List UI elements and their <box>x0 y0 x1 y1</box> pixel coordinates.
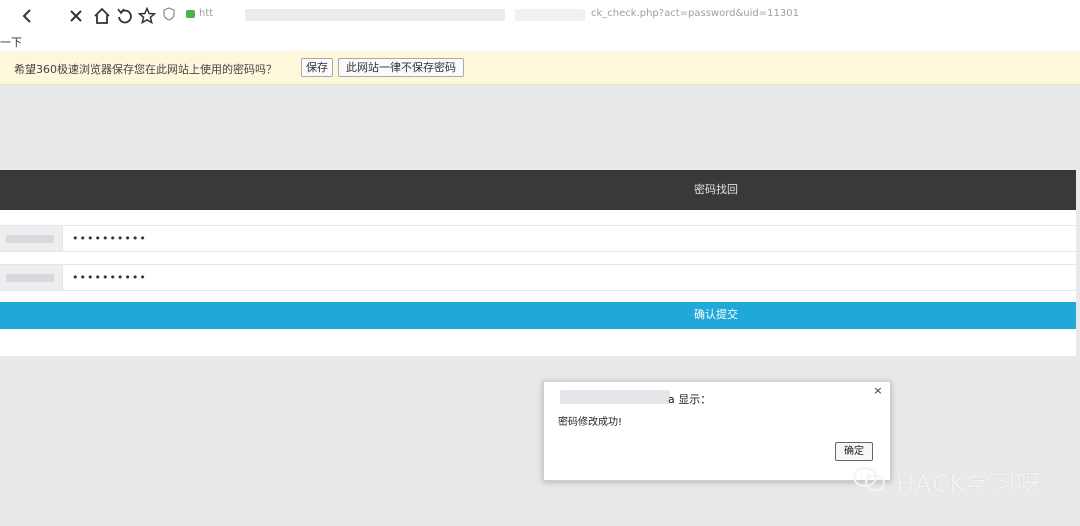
label-redacted <box>6 235 54 243</box>
page-title: 密码找回 <box>694 183 738 196</box>
page-fragment-strip: 一下 <box>0 32 1080 51</box>
alert-dialog: a 显示： × 密码修改成功! 确定 <box>543 381 891 481</box>
dialog-message: 密码修改成功! <box>558 417 623 428</box>
reload-icon[interactable] <box>115 6 135 26</box>
never-save-button[interactable]: 此网站一律不保存密码 <box>338 58 464 77</box>
url-prefix: htt <box>199 8 214 19</box>
wechat-icon <box>852 466 886 494</box>
password-row: •••••••••• <box>0 225 1076 252</box>
close-icon[interactable]: × <box>872 385 884 397</box>
watermark-text: HACK学习呀 <box>896 470 1042 498</box>
password-save-bar: 希望360极速浏览器保存您在此网站上使用的密码吗？ 保存 此网站一律不保存密码 <box>0 51 1080 85</box>
password-value: •••••••••• <box>72 232 147 245</box>
ok-button[interactable]: 确定 <box>835 442 873 461</box>
submit-label: 确认提交 <box>694 309 738 321</box>
lock-icon <box>186 10 195 18</box>
confirm-password-field[interactable]: •••••••••• <box>62 265 1077 290</box>
confirm-row: •••••••••• <box>0 264 1076 291</box>
stop-icon[interactable] <box>66 6 86 26</box>
label-redacted <box>6 274 54 282</box>
page-header: 密码找回 <box>0 170 1076 210</box>
save-password-button[interactable]: 保存 <box>301 58 333 77</box>
confirm-label <box>0 265 62 290</box>
password-label <box>0 226 62 251</box>
save-password-message: 希望360极速浏览器保存您在此网站上使用的密码吗？ <box>14 63 277 76</box>
shield-icon <box>163 7 175 24</box>
back-icon[interactable] <box>18 6 38 26</box>
confirm-value: •••••••••• <box>72 271 147 284</box>
url-bar[interactable]: htt ck_check.php?act=password&uid=11301 <box>163 6 1080 26</box>
bookmark-star-icon[interactable] <box>137 6 157 26</box>
url-text: ck_check.php?act=password&uid=11301 <box>591 8 799 19</box>
dialog-title: a 显示： <box>668 393 712 406</box>
new-password-field[interactable]: •••••••••• <box>62 226 1077 251</box>
page-fragment-text: 一下 <box>0 36 22 49</box>
submit-button[interactable]: 确认提交 <box>0 302 1076 329</box>
home-icon[interactable] <box>92 6 112 26</box>
dialog-host-redacted <box>560 390 670 404</box>
browser-toolbar: htt ck_check.php?act=password&uid=11301 <box>0 0 1080 32</box>
url-redacted <box>245 9 505 21</box>
url-redacted <box>515 9 585 21</box>
